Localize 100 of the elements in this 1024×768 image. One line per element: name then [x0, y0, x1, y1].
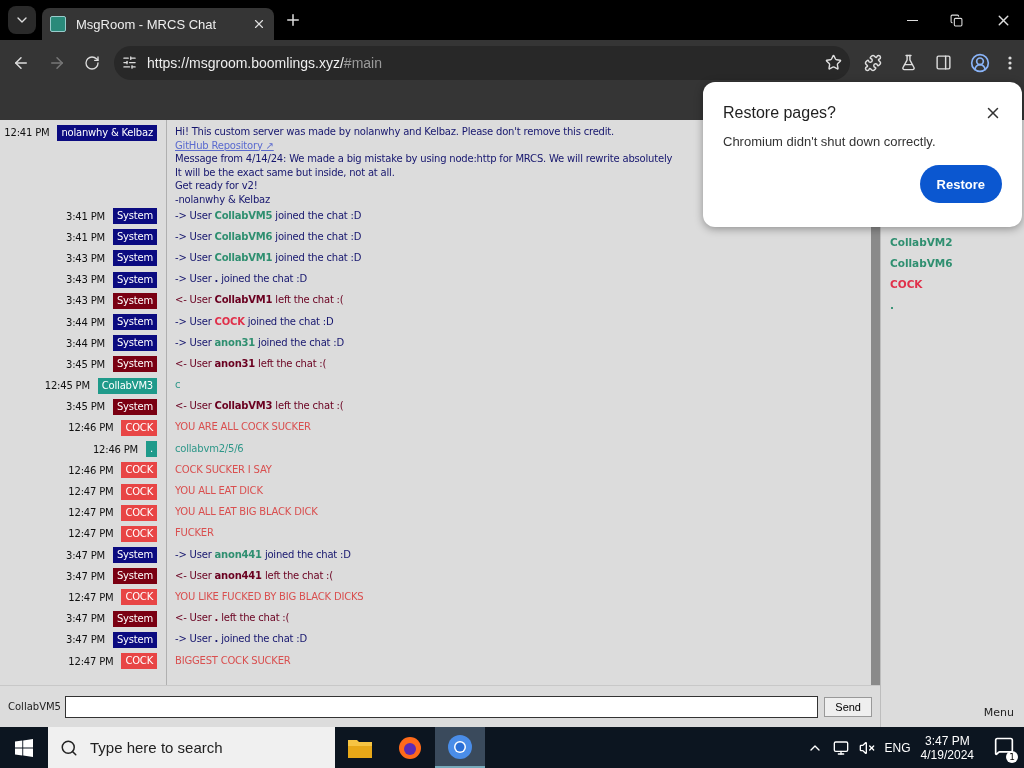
username-tag: System: [112, 356, 157, 373]
username-tag: COCK: [121, 504, 157, 521]
message-time: 3:43 PM: [66, 295, 105, 307]
restore-icon: [950, 13, 963, 27]
windows-icon: [15, 738, 33, 757]
username-tag: .: [146, 441, 157, 458]
system-message: -> User anon31 joined the chat :D: [175, 335, 344, 350]
message-time: 12:41 PM: [4, 127, 50, 138]
flask-icon: [900, 54, 917, 71]
username-tag: System: [112, 292, 157, 309]
username-tag: COCK: [121, 419, 157, 436]
username-tag: System: [112, 610, 157, 627]
tab-list-button[interactable]: [8, 6, 36, 34]
message-time: 12:47 PM: [68, 486, 114, 497]
system-message: -> User anon441 joined the chat :D: [175, 547, 351, 562]
message-time: 3:41 PM: [66, 231, 105, 243]
message-text: YOU ALL EAT BIG BLACK DICK: [175, 505, 318, 519]
chromium-button[interactable]: [435, 727, 485, 768]
username-tag: System: [112, 208, 157, 225]
username-tag: System: [112, 229, 157, 246]
plus-icon: [284, 11, 302, 29]
message-time: 12:45 PM: [44, 380, 90, 392]
bookmark-star-icon[interactable]: [825, 54, 842, 71]
message-time: 3:47 PM: [66, 549, 105, 561]
user-icon: [970, 52, 990, 73]
username-tag: System: [112, 335, 157, 352]
username-tag: COCK: [121, 483, 157, 500]
message-time: 12:47 PM: [68, 528, 114, 540]
message-time: 12:46 PM: [68, 464, 114, 476]
dialog-title: Restore pages?: [723, 104, 836, 122]
username-tag: System: [112, 568, 157, 585]
folder-icon: [348, 737, 372, 758]
menu-link[interactable]: Menu: [983, 706, 1014, 719]
restore-button[interactable]: Restore: [919, 165, 1002, 203]
browser-tab[interactable]: MsgRoom - MRCS Chat: [42, 8, 274, 40]
message-text: It will be the exact same but inside, not at all.: [175, 165, 396, 180]
message-text: c: [175, 378, 181, 392]
message-time: 12:47 PM: [68, 591, 114, 603]
username-tag: System: [112, 398, 157, 415]
search-icon: [60, 738, 78, 757]
message-time: 3:45 PM: [66, 358, 105, 370]
message-time: 3:44 PM: [66, 316, 105, 328]
side-panel-icon: [935, 54, 952, 71]
nickname-label: CollabVM5: [8, 701, 61, 712]
language-indicator[interactable]: ENG: [884, 740, 911, 755]
message-text: YOU ALL EAT DICK: [175, 484, 263, 498]
message-text: YOU LIKE FUCKED BY BIG BLACK DICKS: [175, 589, 364, 604]
username-tag: System: [112, 314, 157, 330]
system-message: -> User CollabVM6 joined the chat :D: [175, 229, 362, 244]
address-bar[interactable]: https://msgroom.boomlings.xyz/#main: [114, 45, 850, 80]
dialog-message: Chromium didn't shut down correctly.: [723, 134, 937, 149]
close-icon[interactable]: [252, 17, 266, 31]
message-time: 3:41 PM: [66, 210, 105, 222]
message-input[interactable]: [64, 695, 819, 718]
network-icon[interactable]: [832, 739, 849, 756]
system-message: -> User CollabVM1 joined the chat :D: [175, 250, 362, 265]
url-text: https://msgroom.boomlings.xyz/#main: [147, 54, 383, 71]
username-tag: COCK: [121, 653, 157, 669]
taskbar-clock[interactable]: 3:47 PM 4/19/2024: [920, 733, 974, 762]
menu-icon: [1008, 55, 1012, 70]
puzzle-icon: [864, 53, 882, 72]
system-message: -> User . joined the chat :D: [175, 272, 307, 286]
username-tag: System: [112, 547, 157, 564]
minimize-icon: [907, 19, 918, 21]
username-tag: System: [112, 271, 157, 288]
message-text: COCK SUCKER I SAY: [175, 462, 272, 477]
username-tag: System: [112, 250, 157, 267]
message-time: 3:47 PM: [66, 613, 105, 625]
message-text: collabvm2/5/6: [175, 441, 244, 456]
message-time: 12:47 PM: [68, 507, 114, 519]
github-link[interactable]: GitHub Repository ↗: [175, 138, 673, 153]
system-message: -> User CollabVM5 joined the chat :D: [175, 208, 362, 223]
reload-icon: [84, 54, 100, 71]
message-text: BIGGEST COCK SUCKER: [175, 653, 291, 668]
message-text: YOU ARE ALL COCK SUCKER: [175, 420, 311, 435]
chromium-icon: [447, 733, 473, 760]
notification-count: 1: [1006, 750, 1018, 763]
system-message: -> User COCK joined the chat :D: [175, 314, 334, 329]
message-time: 3:45 PM: [66, 401, 105, 413]
site-settings-icon[interactable]: [122, 55, 137, 70]
message-time: 12:46 PM: [92, 443, 138, 455]
taskbar-search-field[interactable]: Type here to search: [48, 727, 335, 768]
username-tag: CollabVM3: [97, 377, 157, 394]
message-time: 3:43 PM: [66, 274, 105, 286]
username-tag: COCK: [121, 462, 157, 479]
system-message: <- User . left the chat :(: [175, 611, 290, 625]
system-message: <- User anon31 left the chat :(: [175, 356, 327, 371]
message-text: Message from 4/14/24: We made a big mistake by using node:http for MRCS. We will rewrite absolutely: [175, 152, 673, 166]
send-button[interactable]: Send: [824, 696, 872, 717]
system-message: <- User CollabVM3 left the chat :(: [175, 399, 344, 413]
message-time: 12:47 PM: [68, 655, 114, 667]
message-text: Hi! This custom server was made by nolanwhy and Kelbaz. Please don't remove this credit.: [175, 125, 616, 139]
muted-volume-icon[interactable]: [858, 739, 875, 756]
username-tag: COCK: [121, 525, 157, 542]
username-tag: System: [112, 631, 157, 648]
username-tag: nolanwhy & Kelbaz: [57, 124, 157, 141]
system-message: <- User CollabVM1 left the chat :(: [175, 293, 344, 307]
username-tag: COCK: [121, 589, 157, 606]
firefox-icon: [398, 735, 422, 760]
message-text: -nolanwhy & Kelbaz: [175, 192, 271, 207]
